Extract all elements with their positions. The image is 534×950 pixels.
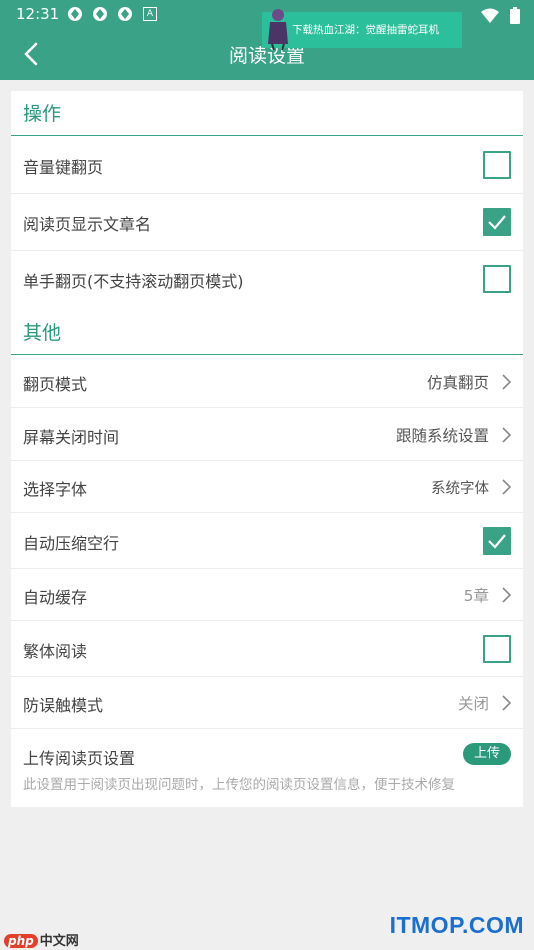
ad-banner[interactable]: 下载热血江湖：觉醒抽雷蛇耳机 [262,9,462,50]
row-traditional-reading[interactable]: 繁体阅读 [11,621,523,677]
row-value: 关闭 [457,695,489,713]
app-notification-icon [93,7,107,21]
row-label: 单手翻页(不支持滚动翻页模式) [23,272,244,291]
one-hand-flip-checkbox[interactable] [483,265,511,293]
section-title: 其他 [23,322,62,344]
settings-card: 操作 音量键翻页 阅读页显示文章名 单手翻页(不支持滚动翻页模式) 其他 翻页模… [11,91,523,807]
row-upload-settings: 上传阅读页设置 上传 此设置用于阅读页出现问题时，上传您的阅读页设置信息，便于技… [11,729,523,805]
chevron-right-icon [502,427,511,443]
row-label: 阅读页显示文章名 [23,215,152,234]
section-header-other: 其他 [11,310,523,355]
row-screen-off-time[interactable]: 屏幕关闭时间 跟随系统设置 [11,408,523,461]
row-one-hand-flip[interactable]: 单手翻页(不支持滚动翻页模式) [11,251,523,307]
notification-badge-icon: A [143,7,157,21]
row-label: 繁体阅读 [23,642,88,661]
row-flip-mode[interactable]: 翻页模式 仿真翻页 [11,356,523,408]
row-auto-compress-blank[interactable]: 自动压缩空行 [11,513,523,569]
row-label: 自动缓存 [23,588,88,607]
row-label: 自动压缩空行 [23,534,120,553]
status-right [480,5,520,24]
ad-character-icon [268,9,288,50]
wifi-icon [480,8,499,23]
row-label: 翻页模式 [23,375,88,394]
row-label: 防误触模式 [23,696,104,715]
row-value: 跟随系统设置 [395,427,489,445]
row-label: 选择字体 [23,480,88,499]
row-auto-cache[interactable]: 自动缓存 5章 [11,569,523,621]
app-notification-icon [118,7,132,21]
show-chapter-name-checkbox[interactable] [483,208,511,236]
checkmark-icon [488,215,506,230]
chevron-right-icon [502,479,511,495]
php-watermark: php 中文网 [4,930,79,949]
itmop-watermark: ITMOP.COM [389,912,524,938]
app-notification-icon [68,7,82,21]
row-value: 5章 [463,587,489,605]
row-show-chapter-name[interactable]: 阅读页显示文章名 [11,194,523,251]
checkmark-icon [488,534,506,549]
auto-compress-blank-checkbox[interactable] [483,527,511,555]
battery-icon [510,7,520,24]
row-value: 仿真翻页 [426,374,489,392]
chevron-right-icon [502,374,511,390]
row-label: 屏幕关闭时间 [23,428,120,447]
volume-key-flip-checkbox[interactable] [483,151,511,179]
row-label: 上传阅读页设置 [23,749,136,768]
chevron-right-icon [502,587,511,603]
upload-button[interactable]: 上传 [463,743,511,765]
row-label: 音量键翻页 [23,158,104,177]
row-select-font[interactable]: 选择字体 系统字体 [11,461,523,513]
chevron-right-icon [502,695,511,711]
ad-text: 下载热血江湖：觉醒抽雷蛇耳机 [292,24,439,36]
row-value: 系统字体 [431,481,489,497]
row-anti-mistouch[interactable]: 防误触模式 关闭 [11,677,523,729]
row-volume-key-flip[interactable]: 音量键翻页 [11,137,523,194]
php-watermark-text: 中文网 [39,934,79,949]
section-header-operation: 操作 [11,91,523,136]
status-time: 12:31 [16,5,60,23]
section-title: 操作 [23,103,62,125]
traditional-reading-checkbox[interactable] [483,635,511,663]
upload-description: 此设置用于阅读页出现问题时，上传您的阅读页设置信息，便于技术修复 [23,777,455,793]
php-logo: php [4,934,38,948]
